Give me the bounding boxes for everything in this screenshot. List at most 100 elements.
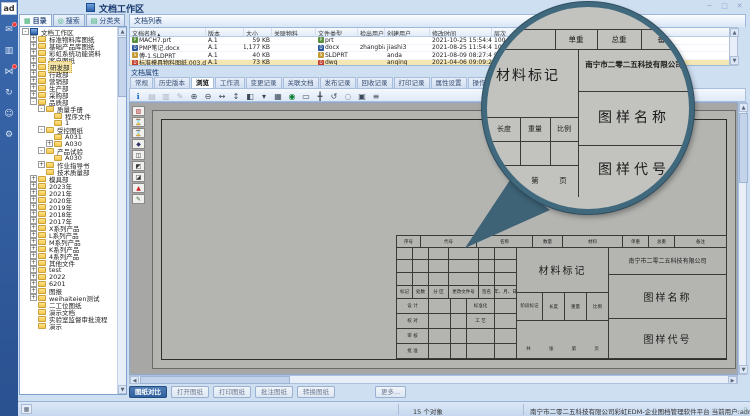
- collapse-icon[interactable]: -: [38, 126, 45, 133]
- expand-icon[interactable]: +: [46, 140, 53, 147]
- tree-scrollbar[interactable]: ▲ ▼: [117, 27, 126, 394]
- tree-item[interactable]: +其他文件: [20, 259, 117, 266]
- preview-hscrollbar[interactable]: ◀ ▶: [129, 375, 738, 384]
- collapse-icon[interactable]: -: [22, 28, 29, 35]
- tree-item[interactable]: +6201: [20, 280, 117, 287]
- workspace-icon[interactable]: ▥: [0, 43, 18, 59]
- expand-icon[interactable]: +: [30, 189, 37, 196]
- expand-icon[interactable]: +: [38, 161, 45, 168]
- column-header-0[interactable]: 文档名称 ▲: [130, 28, 206, 36]
- column-header-7[interactable]: 修改时间: [430, 28, 492, 36]
- tab-打印记录[interactable]: 打印记录: [394, 77, 430, 88]
- maximize-button[interactable]: □: [717, 1, 732, 11]
- layer-tool-icon[interactable]: ▧: [132, 106, 145, 116]
- expand-icon[interactable]: +: [30, 231, 37, 238]
- sidebar-tab-搜索[interactable]: ◎搜索: [53, 14, 85, 26]
- zoom-in-icon[interactable]: ⊕: [188, 90, 200, 101]
- fit-height-icon[interactable]: ↕: [230, 90, 242, 101]
- dropdown-icon[interactable]: ▾: [258, 90, 270, 101]
- expand-icon[interactable]: +: [30, 252, 37, 259]
- marker-icon[interactable]: ◉: [286, 90, 298, 101]
- tab-属性设置[interactable]: 属性设置: [431, 77, 467, 88]
- tab-发布记录[interactable]: 发布记录: [320, 77, 356, 88]
- invert-tool-icon[interactable]: ◪: [132, 172, 145, 182]
- refresh-icon[interactable]: ↻: [0, 85, 18, 101]
- shade-tool-icon[interactable]: ◩: [132, 161, 145, 171]
- sidebar-tab-分类夹[interactable]: ▤分类夹: [86, 14, 126, 26]
- expand-icon[interactable]: +: [30, 245, 37, 252]
- grid-icon[interactable]: ▦: [272, 90, 284, 101]
- messages-icon[interactable]: ✉: [0, 22, 18, 38]
- tree-item[interactable]: 实验室监督审批流程: [20, 315, 117, 322]
- share-icon[interactable]: ⋈: [0, 64, 18, 80]
- expand-icon[interactable]: +: [30, 63, 37, 70]
- expand-icon[interactable]: +: [30, 259, 37, 266]
- expand-icon[interactable]: +: [30, 294, 37, 301]
- scroll-down-icon[interactable]: ▼: [118, 385, 127, 394]
- rotate-icon[interactable]: ↺: [328, 90, 340, 101]
- sidebar-tab-目录[interactable]: ▦目录: [19, 14, 52, 26]
- expand-icon[interactable]: +: [30, 217, 37, 224]
- views-tool-icon[interactable]: ◫: [132, 150, 145, 160]
- app-logo[interactable]: ad: [1, 2, 17, 15]
- expand-icon[interactable]: +: [30, 70, 37, 77]
- action-批注图纸[interactable]: 批注图纸: [255, 386, 293, 398]
- column-header-4[interactable]: 文件类型: [316, 28, 358, 36]
- resize-grip[interactable]: ⣿: [743, 407, 748, 415]
- layers-icon[interactable]: ≡: [370, 90, 382, 101]
- action-图纸对比[interactable]: 图纸对比: [129, 386, 167, 398]
- redline-tool-icon[interactable]: ▲: [132, 183, 145, 193]
- expand-icon[interactable]: +: [30, 273, 37, 280]
- close-button[interactable]: ✕: [732, 1, 747, 11]
- tab-回收记录[interactable]: 回收记录: [357, 77, 393, 88]
- expand-icon[interactable]: +: [30, 224, 37, 231]
- settings-icon[interactable]: ⚙: [0, 127, 18, 143]
- tab-变更记录[interactable]: 变更记录: [246, 77, 282, 88]
- column-header-2[interactable]: 大小: [244, 28, 272, 36]
- user-icon[interactable]: ☺: [0, 106, 18, 122]
- scroll-down-icon[interactable]: ▼: [730, 56, 739, 65]
- tab-工作流[interactable]: 工作流: [215, 77, 245, 88]
- expand-icon[interactable]: +: [30, 175, 37, 182]
- expand-icon[interactable]: +: [30, 84, 37, 91]
- tab-关联文档[interactable]: 关联文档: [283, 77, 319, 88]
- window-icon[interactable]: ▭: [300, 90, 312, 101]
- tab-浏览[interactable]: 浏览: [191, 77, 214, 88]
- collapse-icon[interactable]: -: [30, 98, 37, 105]
- collapse-icon[interactable]: -: [38, 147, 45, 154]
- column-header-3[interactable]: 关联物料: [272, 28, 316, 36]
- action-打印图纸[interactable]: 打印图纸: [213, 386, 251, 398]
- expand-icon[interactable]: +: [30, 196, 37, 203]
- collapse-icon[interactable]: -: [38, 105, 45, 112]
- expand-icon[interactable]: +: [30, 56, 37, 63]
- scroll-right-icon[interactable]: ▶: [728, 376, 737, 384]
- tab-历史版本[interactable]: 历史版本: [154, 77, 190, 88]
- expand-icon[interactable]: +: [30, 287, 37, 294]
- scroll-up-icon[interactable]: ▲: [739, 103, 748, 112]
- info-icon[interactable]: ℹ: [132, 90, 144, 101]
- preview-vscrollbar[interactable]: ▲ ▼: [738, 102, 747, 375]
- table-scrollbar[interactable]: ▲ ▼: [729, 27, 738, 66]
- history-tool-icon[interactable]: ⌛: [132, 117, 145, 127]
- expand-icon[interactable]: +: [30, 35, 37, 42]
- expand-icon[interactable]: +: [30, 203, 37, 210]
- expand-icon[interactable]: +: [30, 266, 37, 273]
- expand-icon[interactable]: +: [30, 42, 37, 49]
- column-header-6[interactable]: 创建用户: [385, 28, 430, 36]
- tray-icon[interactable]: ▦: [21, 404, 32, 414]
- annotate-tool-icon[interactable]: ✎: [132, 194, 145, 204]
- expand-icon[interactable]: +: [30, 238, 37, 245]
- expand-icon[interactable]: +: [30, 210, 37, 217]
- scroll-left-icon[interactable]: ◀: [130, 376, 139, 384]
- scroll-down-icon[interactable]: ▼: [739, 365, 748, 374]
- action-转换图纸[interactable]: 转换图纸: [297, 386, 335, 398]
- action-打开图纸[interactable]: 打开图纸: [171, 386, 209, 398]
- minimize-button[interactable]: ─: [702, 1, 717, 11]
- pan-icon[interactable]: ╋: [314, 90, 326, 101]
- expand-icon[interactable]: +: [30, 182, 37, 189]
- zoom-out-icon[interactable]: ⊖: [202, 90, 214, 101]
- expand-icon[interactable]: +: [30, 91, 37, 98]
- tree-item[interactable]: +2022: [20, 273, 117, 280]
- expand-icon[interactable]: +: [30, 49, 37, 56]
- scroll-up-icon[interactable]: ▲: [118, 27, 127, 36]
